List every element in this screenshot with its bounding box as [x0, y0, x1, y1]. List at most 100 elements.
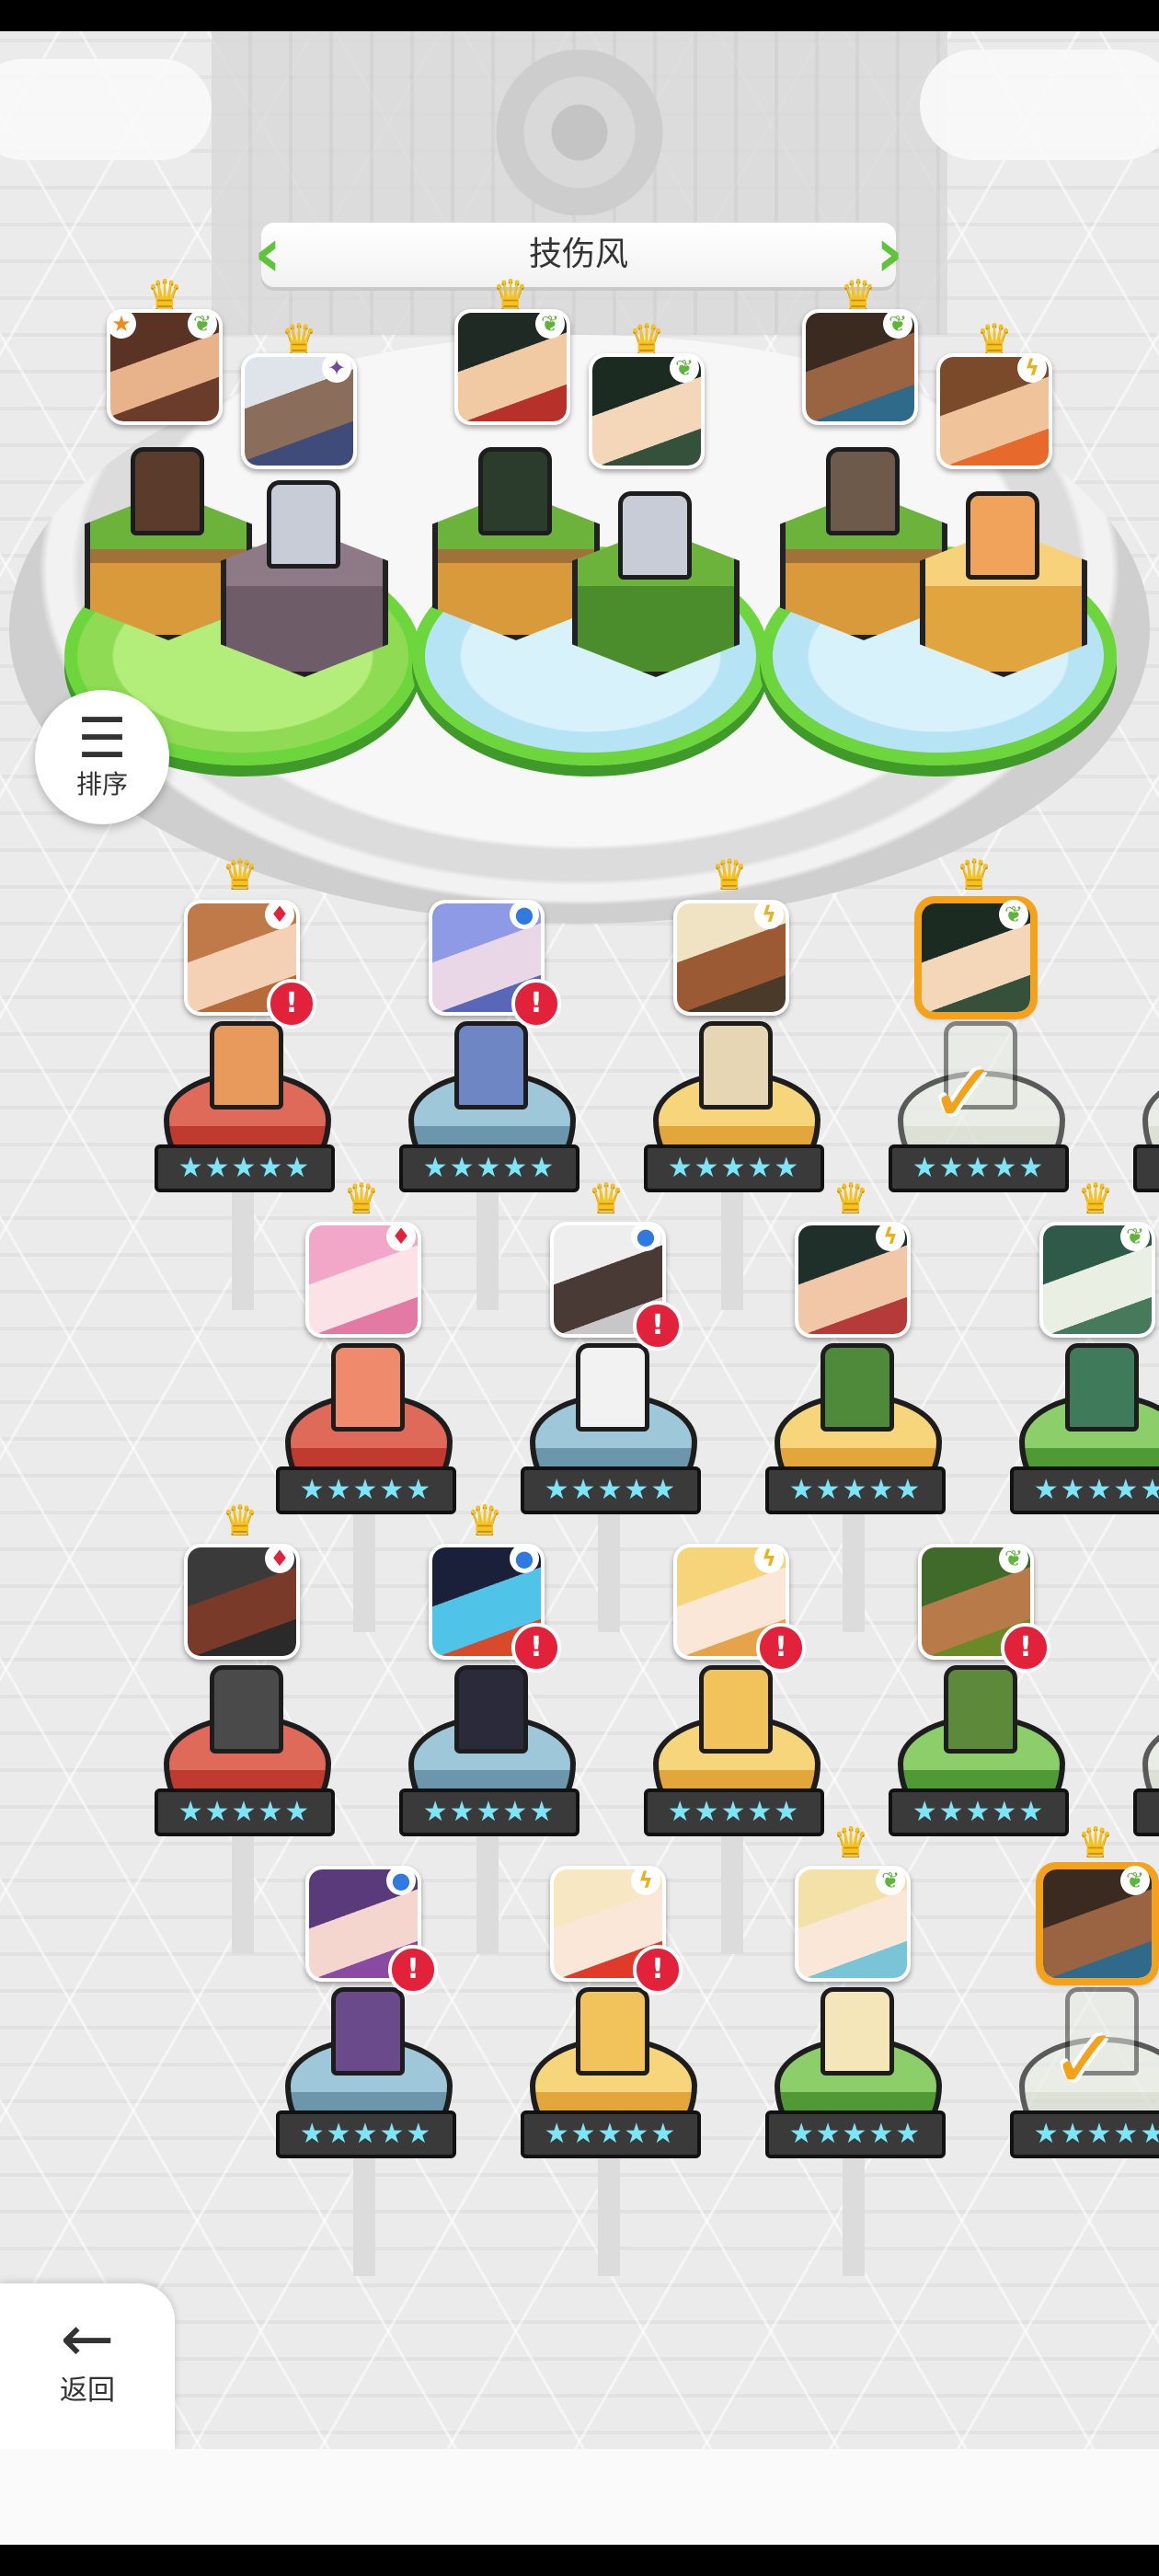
hero-sprite[interactable] — [576, 1343, 649, 1432]
hero-sprite[interactable] — [820, 1987, 894, 2076]
lightning-icon: ϟ — [876, 1222, 905, 1251]
crown-icon: ♛ — [711, 851, 748, 898]
node-stem — [353, 2147, 375, 2276]
fire-icon: ♦ — [265, 1544, 294, 1573]
leaf-icon: ❦ — [999, 900, 1028, 929]
hero-sprite[interactable] — [331, 1343, 405, 1432]
team-title-bar[interactable]: ‹ 技伤风 › — [254, 217, 904, 289]
back-button[interactable]: ← 返回 — [0, 2283, 175, 2449]
leaf-icon: ❦ — [883, 309, 912, 339]
star-rating: ★★★★★ — [521, 2110, 701, 2158]
leaf-icon: ❦ — [670, 353, 699, 383]
lightning-icon: ϟ — [631, 1866, 660, 1895]
star-rating: ★★★★★ — [155, 1144, 335, 1192]
fire-icon: ♦ — [265, 900, 294, 929]
node-stem — [721, 1181, 743, 1310]
team-hero-sprite[interactable] — [966, 491, 1039, 580]
alert-badge: ! — [633, 1301, 683, 1351]
node-stem — [598, 1503, 620, 1632]
crown-icon: ♛ — [976, 316, 1013, 362]
hero-sprite[interactable] — [210, 1665, 283, 1754]
star-rating: ★★★★★ — [644, 1144, 824, 1192]
star-rating: ★★★★★ — [276, 1466, 456, 1514]
lightning-icon: ϟ — [754, 1544, 784, 1573]
crown-icon: ♛ — [840, 271, 877, 318]
team-hero-sprite[interactable] — [478, 447, 552, 535]
hero-sprite[interactable] — [331, 1987, 405, 2076]
background-cloud — [0, 59, 212, 160]
crown-icon: ♛ — [1077, 1819, 1114, 1866]
game-screen: ‹ 技伤风 › ♛ ★ ❦ ♛ ✦ ♛ ❦ ♛ ❦ ♛ ❦ ♛ ϟ ☰ 排序 ★… — [0, 31, 1159, 2545]
check-icon: ✓ — [1050, 2011, 1120, 2108]
hero-sprite[interactable] — [699, 1665, 773, 1754]
star-rating: ★★★★★ — [1133, 1788, 1159, 1836]
water-icon: ● — [631, 1222, 660, 1251]
node-stem — [721, 1825, 743, 1954]
background-cloud — [920, 50, 1159, 160]
star-rating: ★★★★★ — [399, 1788, 580, 1836]
sort-icon: ☰ — [77, 707, 127, 771]
crown-icon: ♛ — [281, 316, 317, 362]
star-rating: ★★★★★ — [765, 2110, 946, 2158]
check-icon: ✓ — [929, 1045, 999, 1142]
crown-icon: ♛ — [832, 1175, 869, 1222]
alert-badge: ! — [267, 979, 316, 1029]
node-stem — [353, 1503, 375, 1632]
star-rating: ★★★★★ — [765, 1466, 946, 1514]
hero-sprite[interactable] — [576, 1987, 649, 2076]
crown-icon: ♛ — [222, 851, 258, 898]
crown-icon: ♛ — [588, 1175, 625, 1222]
water-icon: ● — [510, 900, 539, 929]
star-rating: ★★★★★ — [399, 1144, 580, 1192]
leaf-icon: ❦ — [999, 1544, 1028, 1573]
hero-sprite[interactable] — [944, 1665, 1017, 1754]
node-stem — [232, 1181, 254, 1310]
hero-sprite[interactable] — [699, 1021, 773, 1110]
team-hero-sprite[interactable] — [618, 491, 692, 580]
leaf-icon: ❦ — [1120, 1222, 1150, 1251]
hero-sprite[interactable] — [454, 1665, 528, 1754]
bottom-bar — [0, 2449, 1159, 2545]
node-stem — [476, 1825, 499, 1954]
star-rating: ★★★★★ — [276, 2110, 456, 2158]
crown-icon: ♛ — [492, 271, 529, 318]
sort-label: 排序 — [75, 769, 128, 799]
star-rating: ★★★★★ — [889, 1144, 1069, 1192]
star-rating: ★★★★★ — [644, 1788, 824, 1836]
hero-sprite[interactable] — [454, 1021, 528, 1110]
star-rating: ★★★★★ — [1010, 1466, 1159, 1514]
hero-sprite[interactable] — [210, 1021, 283, 1110]
crown-icon: ♛ — [1077, 1175, 1114, 1222]
fire-icon: ♦ — [386, 1222, 416, 1251]
star-icon: ★ — [107, 309, 136, 339]
alert-badge: ! — [756, 1623, 806, 1673]
alert-badge: ! — [1001, 1623, 1050, 1673]
node-stem — [843, 1503, 865, 1632]
node-stem — [598, 2147, 620, 2276]
team-hero-sprite[interactable] — [267, 480, 340, 569]
dark-icon: ✦ — [322, 353, 351, 383]
crown-icon: ♛ — [146, 271, 183, 318]
water-icon: ● — [386, 1866, 416, 1895]
lightning-icon: ϟ — [1017, 353, 1047, 383]
star-rating: ★★★★★ — [1133, 1144, 1159, 1192]
crown-icon: ♛ — [222, 1497, 258, 1544]
leaf-icon: ❦ — [188, 309, 217, 339]
sort-button[interactable]: ☰ 排序 — [35, 690, 169, 824]
crown-icon: ♛ — [628, 316, 665, 362]
team-hero-sprite[interactable] — [131, 447, 204, 535]
team-hero-sprite[interactable] — [826, 447, 900, 535]
alert-badge: ! — [511, 1623, 561, 1673]
leaf-icon: ❦ — [1120, 1866, 1150, 1895]
star-rating: ★★★★★ — [889, 1788, 1069, 1836]
star-rating: ★★★★★ — [1010, 2110, 1159, 2158]
crown-icon: ♛ — [956, 851, 993, 898]
hero-sprite[interactable] — [1065, 1343, 1139, 1432]
star-rating: ★★★★★ — [155, 1788, 335, 1836]
hero-sprite[interactable] — [820, 1343, 894, 1432]
node-stem — [843, 2147, 865, 2276]
node-stem — [232, 1825, 254, 1954]
node-stem — [476, 1181, 499, 1310]
alert-badge: ! — [388, 1945, 438, 1995]
lightning-icon: ϟ — [754, 900, 784, 929]
